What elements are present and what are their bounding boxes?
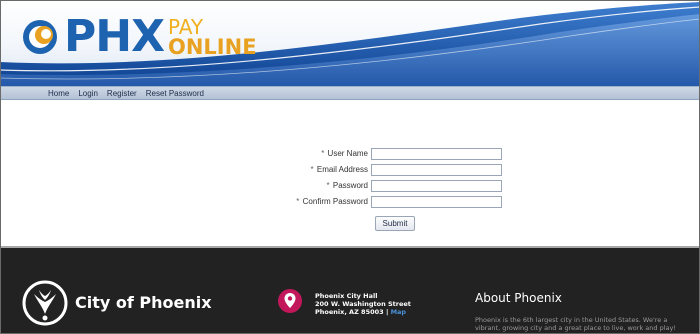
about-text-line-1: Phoenix is the 6th largest city in the U…	[475, 316, 668, 324]
user-name-input[interactable]	[371, 148, 502, 160]
logo-phx-text: PHX	[64, 11, 165, 62]
form-row-password: * Password	[0, 180, 700, 192]
address-separator: |	[385, 308, 389, 316]
address-line-1: Phoenix City Hall	[315, 292, 378, 300]
confirm-password-label: * Confirm Password	[296, 196, 368, 208]
submit-button[interactable]: Submit	[375, 216, 415, 231]
nav-register-link[interactable]: Register	[107, 89, 137, 98]
required-marker: *	[321, 149, 325, 158]
password-input[interactable]	[371, 180, 502, 192]
nav-reset-password-link[interactable]: Reset Password	[146, 89, 204, 98]
top-nav: Home Login Register Reset Password	[0, 86, 700, 100]
about-text-line-2: vibrant, growing city and a great place …	[475, 324, 676, 332]
form-row-user-name: * User Name	[0, 148, 700, 160]
confirm-password-label-text: Confirm Password	[302, 197, 368, 206]
location-pin-icon	[278, 289, 302, 313]
confirm-password-input[interactable]	[371, 196, 502, 208]
city-hall-address: Phoenix City Hall 200 W. Washington Stre…	[315, 292, 411, 316]
required-marker: *	[310, 165, 314, 174]
form-row-email: * Email Address	[0, 164, 700, 176]
phx-pay-online-logo[interactable]: PHX PAY ONLINE	[20, 12, 257, 62]
nav-login-link[interactable]: Login	[78, 89, 98, 98]
form-row-confirm-password: * Confirm Password	[0, 196, 700, 208]
user-name-label: * User Name	[321, 148, 368, 160]
address-line-3: Phoenix, AZ 85003	[315, 308, 384, 316]
required-marker: *	[326, 181, 330, 190]
user-name-label-text: User Name	[327, 149, 368, 158]
required-marker: *	[296, 197, 300, 206]
about-phoenix-heading: About Phoenix	[475, 291, 562, 305]
map-link[interactable]: Map	[391, 308, 407, 316]
nav-home-link[interactable]: Home	[48, 89, 69, 98]
about-phoenix-text: Phoenix is the 6th largest city in the U…	[475, 316, 700, 332]
password-label: * Password	[327, 180, 368, 192]
site-footer: City of Phoenix Phoenix City Hall 200 W.…	[0, 248, 700, 334]
phoenix-sun-icon	[23, 20, 57, 54]
email-label-text: Email Address	[316, 165, 368, 174]
password-label-text: Password	[332, 181, 368, 190]
email-input[interactable]	[371, 164, 502, 176]
logo-pay-online-text: PAY ONLINE	[168, 15, 257, 59]
email-label: * Email Address	[311, 164, 369, 176]
address-line-2: 200 W. Washington Street	[315, 300, 411, 308]
logo-pay-word: PAY	[168, 15, 204, 39]
city-of-phoenix-name[interactable]: City of Phoenix	[75, 293, 212, 312]
logo-online-word: ONLINE	[168, 35, 257, 59]
site-header: PHX PAY ONLINE	[0, 0, 700, 86]
address-line-3-row: Phoenix, AZ 85003 | Map	[315, 308, 411, 316]
city-of-phoenix-bird-icon[interactable]	[22, 280, 68, 326]
